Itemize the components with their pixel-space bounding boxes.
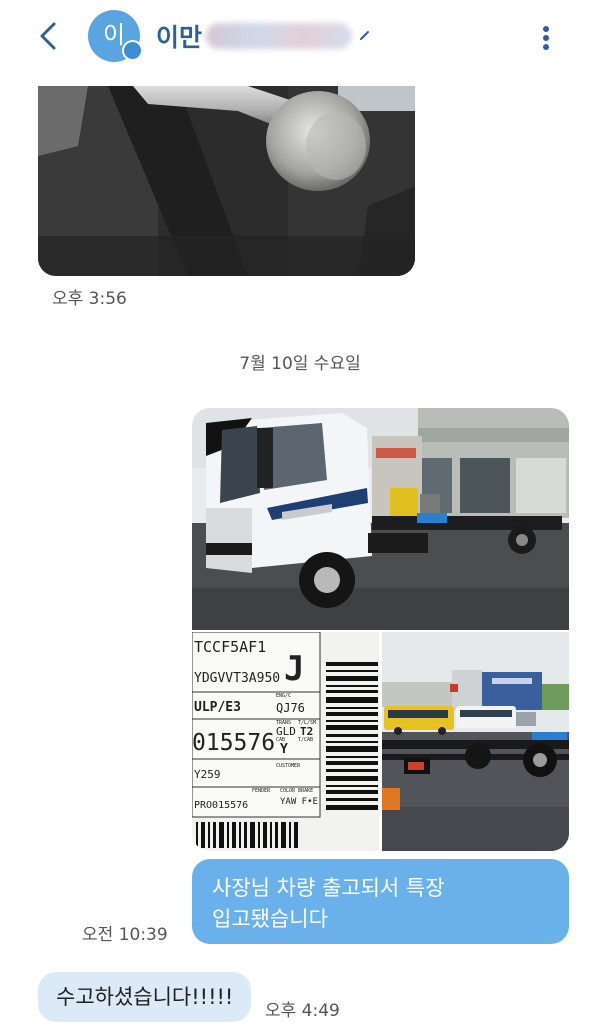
label-pro: PRO015576 <box>194 800 248 811</box>
chevron-left-icon <box>40 22 56 50</box>
photo-message-horn[interactable] <box>38 86 415 276</box>
vehicle-label-photo: TCCF5AF1 YDGVVT3A950 J ULP/E3 ENG/C QJ76… <box>192 631 379 851</box>
incoming-message-time: 오후 4:49 <box>265 1001 340 1021</box>
label-customer: CUSTOMER <box>276 763 301 769</box>
contact-name-button[interactable]: 이만 <box>156 19 372 53</box>
back-button[interactable] <box>34 16 66 56</box>
yard-photo <box>382 632 569 851</box>
more-options-button[interactable] <box>530 18 562 58</box>
contact-avatar[interactable]: 이 <box>88 10 143 62</box>
incoming-message-text: 수고하셨습니다!!!!! <box>56 985 234 1009</box>
label-cab: Y <box>280 742 288 757</box>
avatar-initial: 이 <box>102 21 126 49</box>
label-small-tcab: T/CAB <box>298 737 313 743</box>
date-divider: 7월 10일 수요일 <box>239 354 361 374</box>
label-line3: ULP/E3 <box>194 700 241 715</box>
contact-name: 이만 <box>156 23 203 52</box>
label-line2: YDGVVT3A950 <box>194 671 280 686</box>
label-fender: FENDER <box>252 788 271 794</box>
photo-vehicle-label[interactable]: TCCF5AF1 YDGVVT3A950 J ULP/E3 ENG/C QJ76… <box>192 631 379 851</box>
label-color-values: YAW F•E <box>280 797 318 807</box>
outgoing-message-time: 오전 10:39 <box>82 925 168 945</box>
label-small-eng: ENG/C <box>276 693 291 699</box>
label-color-brake: COLOR BRAKE <box>280 788 313 794</box>
label-code: Y259 <box>194 768 221 781</box>
message-time: 오후 3:56 <box>52 289 127 309</box>
more-vertical-icon <box>543 26 549 50</box>
label-eng-code: QJ76 <box>276 701 305 715</box>
outgoing-message-line2: 입고됐습니다 <box>212 907 328 931</box>
incoming-message-bubble[interactable]: 수고하셨습니다!!!!! <box>38 972 252 1022</box>
photo-truck-chassis[interactable] <box>192 408 569 630</box>
horn-photo <box>38 86 415 276</box>
chat-bubble-badge-icon <box>122 40 143 61</box>
label-line1: TCCF5AF1 <box>194 638 266 656</box>
label-letter: J <box>284 649 304 689</box>
photo-chassis-yard[interactable] <box>382 632 569 851</box>
chat-header: 이 이만 <box>0 0 600 78</box>
chevron-icon <box>360 31 370 40</box>
photo-grid-message[interactable]: TCCF5AF1 YDGVVT3A950 J ULP/E3 ENG/C QJ76… <box>192 408 569 851</box>
label-serial: 015576 <box>192 730 275 756</box>
outgoing-message-line1: 사장님 차량 출고되서 특장 <box>212 876 445 900</box>
outgoing-message-bubble[interactable]: 사장님 차량 출고되서 특장 입고됐습니다 <box>192 859 569 944</box>
redacted-name <box>206 23 353 49</box>
truck-photo <box>192 408 569 630</box>
